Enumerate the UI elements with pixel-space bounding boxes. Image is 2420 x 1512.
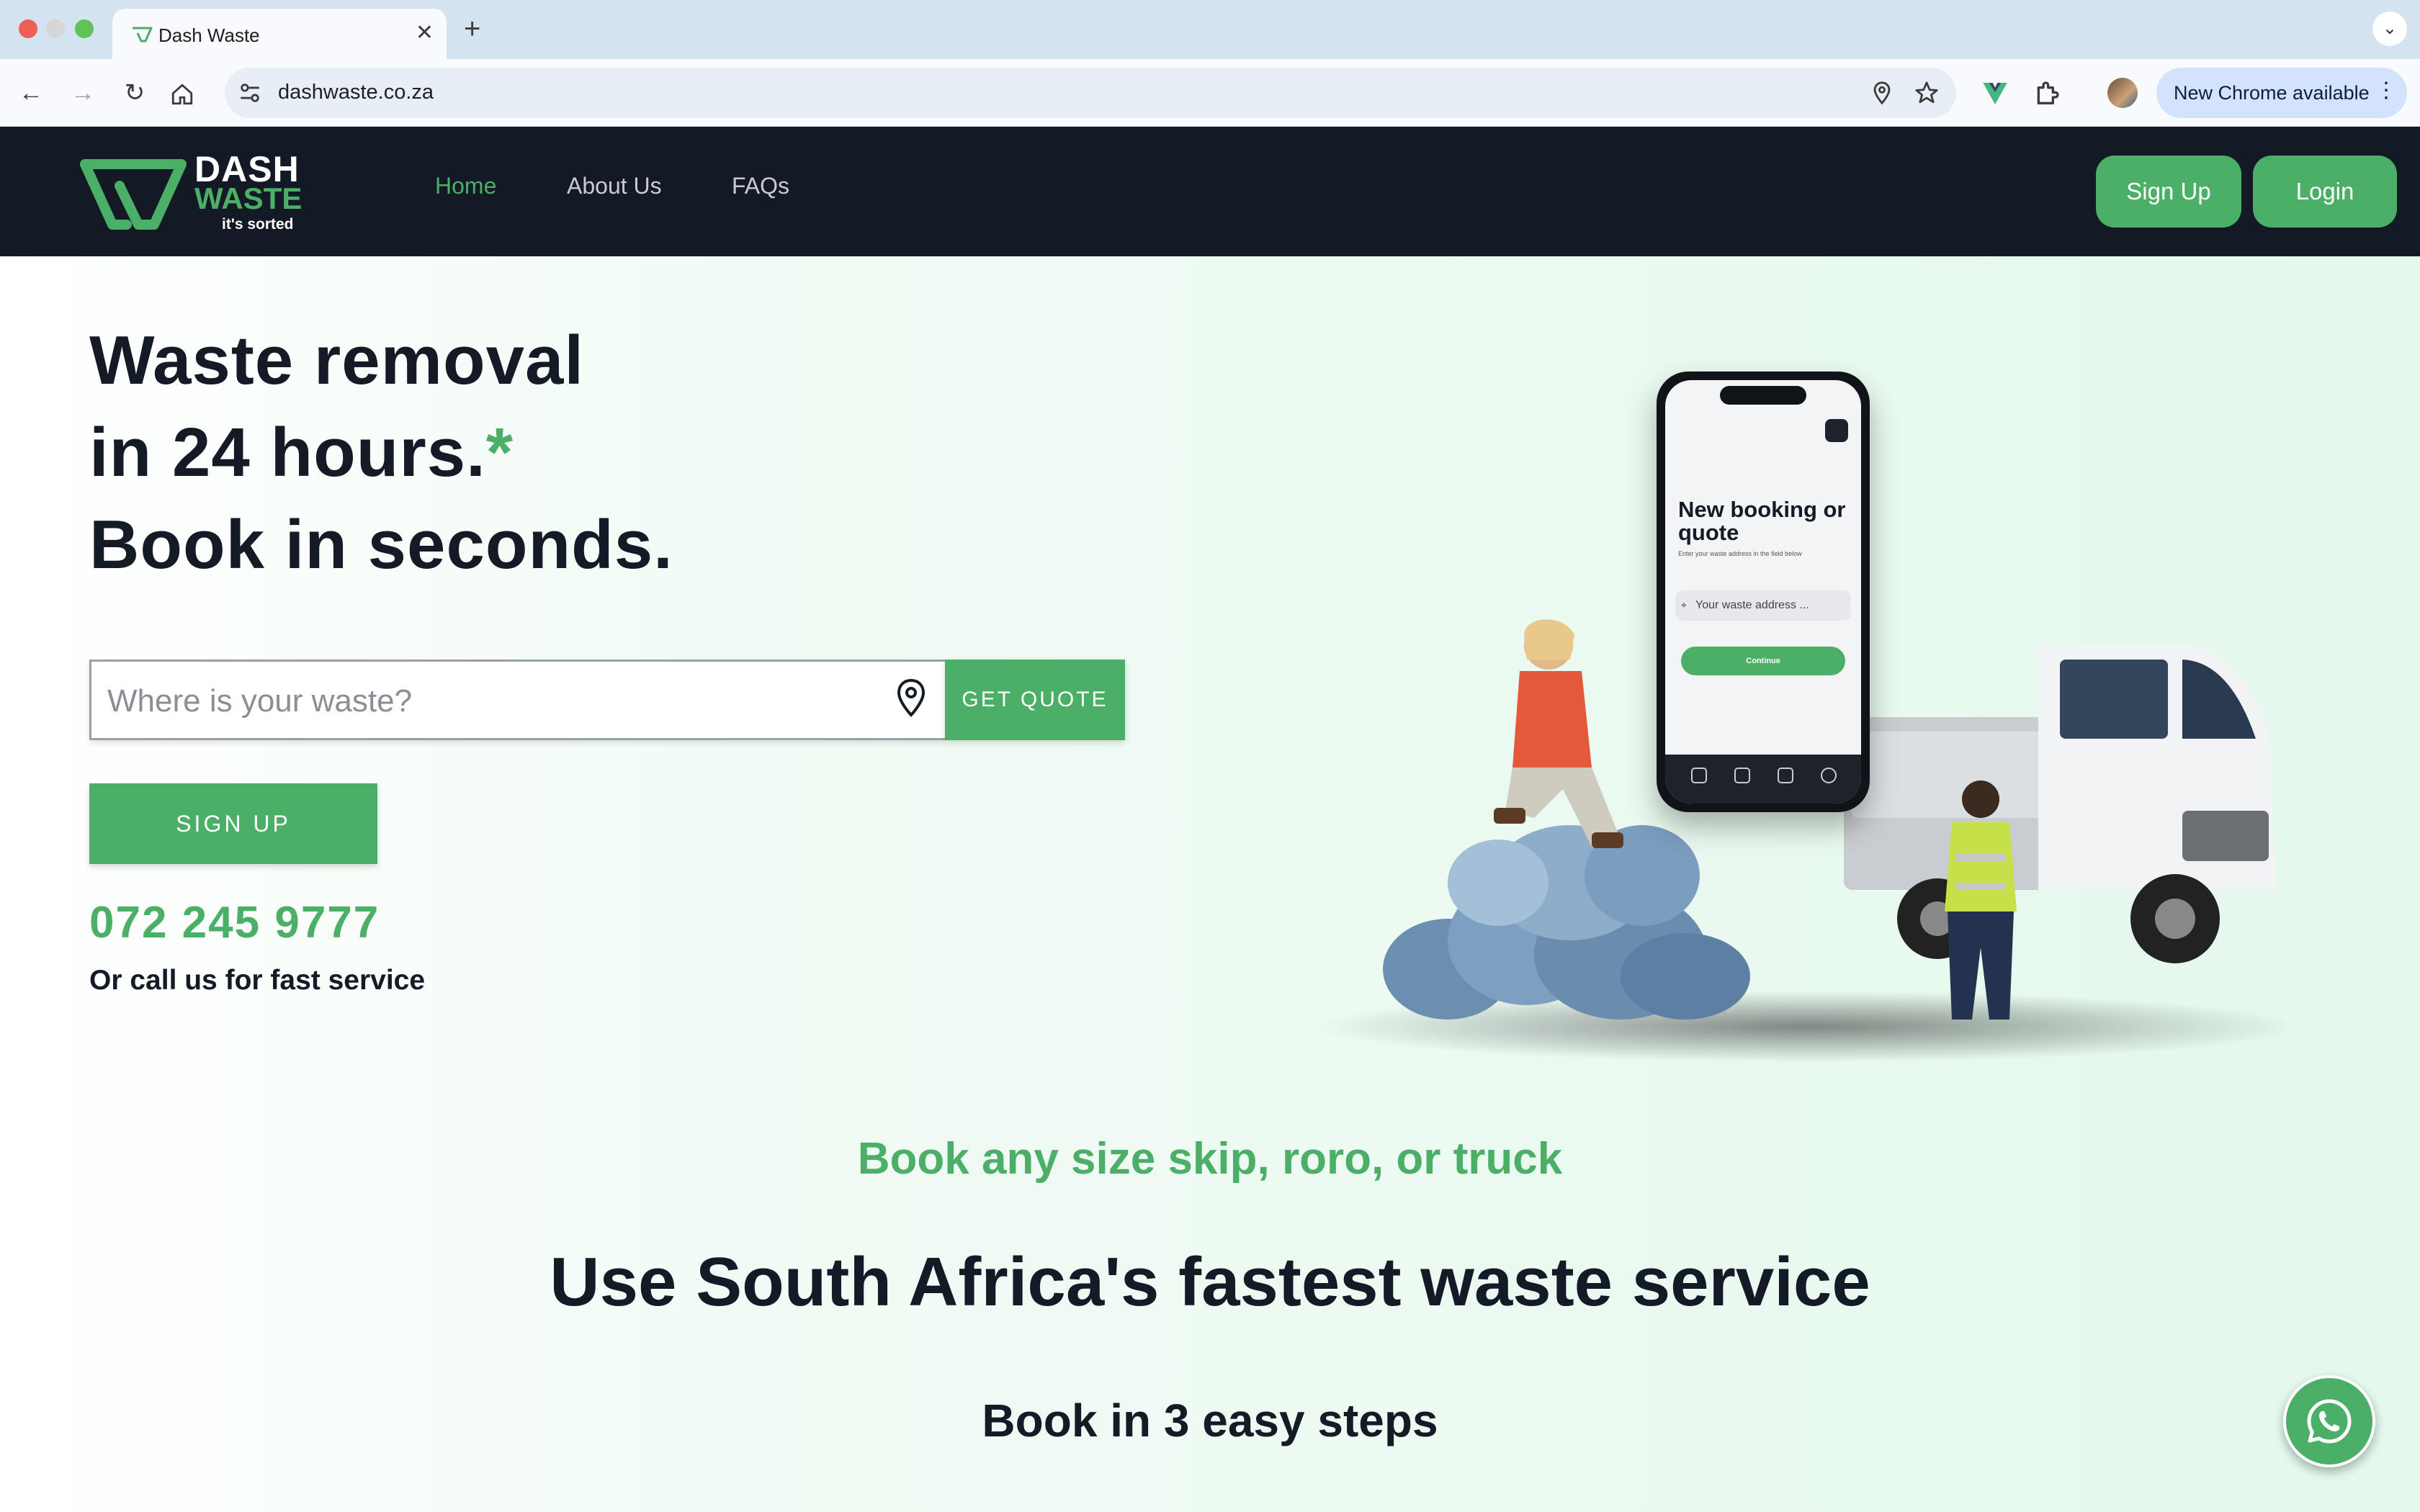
whatsapp-chat-button[interactable] (2283, 1375, 2375, 1467)
profile-avatar[interactable] (2107, 78, 2138, 108)
logo-tagline: it's sorted (222, 216, 294, 233)
tab-search-chevron-icon[interactable]: ⌄ (2372, 12, 2407, 46)
phone-number-link[interactable]: 072 245 9777 (89, 897, 380, 948)
skip-truck-image (1844, 645, 2276, 963)
site-header: DASH WASTE it's sorted Home About Us FAQ… (0, 127, 2420, 256)
site-info-icon[interactable] (238, 81, 262, 105)
phone-tab-profile-icon (1821, 768, 1837, 783)
address-bar[interactable]: dashwaste.co.za (225, 68, 1956, 118)
whatsapp-icon (2307, 1399, 2352, 1444)
window-minimize-button[interactable] (46, 19, 65, 38)
phone-app-field-label: Your waste address ... (1695, 599, 1809, 611)
location-pin-icon[interactable] (895, 678, 928, 718)
dash-waste-favicon-icon (133, 27, 153, 42)
bookmark-star-icon[interactable] (1914, 81, 1939, 105)
chrome-update-button[interactable]: New Chrome available ⋮ (2156, 68, 2407, 118)
forward-arrow-icon[interactable]: → (65, 75, 101, 111)
hero-headline-line-2-text: in 24 hours. (89, 414, 486, 491)
phone-tab-quotes-icon (1778, 768, 1793, 783)
browser-toolbar: ← → ↻ dashwaste.co.za New Chrome availab… (0, 59, 2420, 127)
url-text[interactable]: dashwaste.co.za (278, 81, 434, 104)
woman-on-phone-image (1494, 619, 1623, 848)
worker-in-vest-image (1945, 780, 2017, 1020)
phone-app-screen: New booking or quote Enter your waste ad… (1665, 380, 1861, 804)
phone-tab-book-icon (1691, 768, 1707, 783)
extensions-puzzle-icon[interactable] (2033, 79, 2061, 108)
reload-icon[interactable]: ↻ (117, 75, 153, 111)
tab-close-icon[interactable]: ✕ (416, 20, 434, 46)
waste-address-search (89, 660, 945, 740)
mail-icon (1825, 419, 1848, 442)
phone-app-mockup: New booking or quote Enter your waste ad… (1657, 372, 1870, 812)
services-subheading: Book any size skip, roro, or truck (857, 1134, 1563, 1184)
hero-section: Waste removal in 24 hours.* Book in seco… (0, 256, 2420, 1512)
logo-mark-icon (80, 159, 187, 230)
phone-app-continue-button: Continue (1681, 647, 1845, 675)
phone-app-subtitle: Enter your waste address in the field be… (1678, 550, 1802, 557)
new-tab-icon[interactable]: + (464, 12, 480, 46)
phone-field-pin-icon: ⌖ (1681, 599, 1687, 611)
hero-illustration: New booking or quote Enter your waste ad… (1282, 372, 2334, 1106)
services-heading: Use South Africa's fastest waste service (550, 1243, 1870, 1320)
header-login-button[interactable]: Login (2253, 156, 2397, 228)
tab-title: Dash Waste (158, 24, 260, 46)
phone-app-title: New booking or quote (1678, 497, 1846, 545)
call-us-text: Or call us for fast service (89, 965, 426, 996)
hero-asterisk: * (485, 414, 514, 491)
nav-link-home[interactable]: Home (435, 173, 496, 199)
kebab-menu-icon[interactable]: ⋮ (2375, 78, 2397, 103)
window-maximize-button[interactable] (75, 19, 94, 38)
home-icon[interactable] (170, 82, 194, 107)
waste-address-input[interactable] (107, 676, 828, 726)
header-sign-up-button[interactable]: Sign Up (2096, 156, 2241, 228)
get-quote-button[interactable]: GET QUOTE (945, 660, 1125, 740)
phone-tab-bookings-icon (1734, 768, 1750, 783)
logo-text-waste: WASTE (194, 181, 302, 215)
phone-notch (1720, 386, 1806, 405)
nav-link-about-us[interactable]: About Us (567, 173, 662, 199)
hero-sign-up-button[interactable]: SIGN UP (89, 783, 377, 864)
window-close-button[interactable] (19, 19, 37, 38)
back-arrow-icon[interactable]: ← (13, 75, 49, 111)
nav-link-faqs[interactable]: FAQs (732, 173, 789, 199)
browser-tab[interactable]: Dash Waste ✕ (112, 9, 447, 59)
browser-tab-strip: Dash Waste ✕ + ⌄ (0, 0, 2420, 59)
hero-headline-line-1: Waste removal (89, 322, 585, 399)
hero-headline-line-2: in 24 hours.* (89, 413, 514, 492)
vue-devtools-extension-icon[interactable] (1981, 79, 2009, 108)
dash-waste-logo[interactable]: DASH WASTE it's sorted (79, 148, 310, 235)
steps-heading: Book in 3 easy steps (982, 1395, 1438, 1446)
location-pin-icon[interactable] (1870, 81, 1894, 105)
hero-headline-line-3: Book in seconds. (89, 506, 673, 583)
chrome-update-label: New Chrome available (2174, 82, 2370, 104)
